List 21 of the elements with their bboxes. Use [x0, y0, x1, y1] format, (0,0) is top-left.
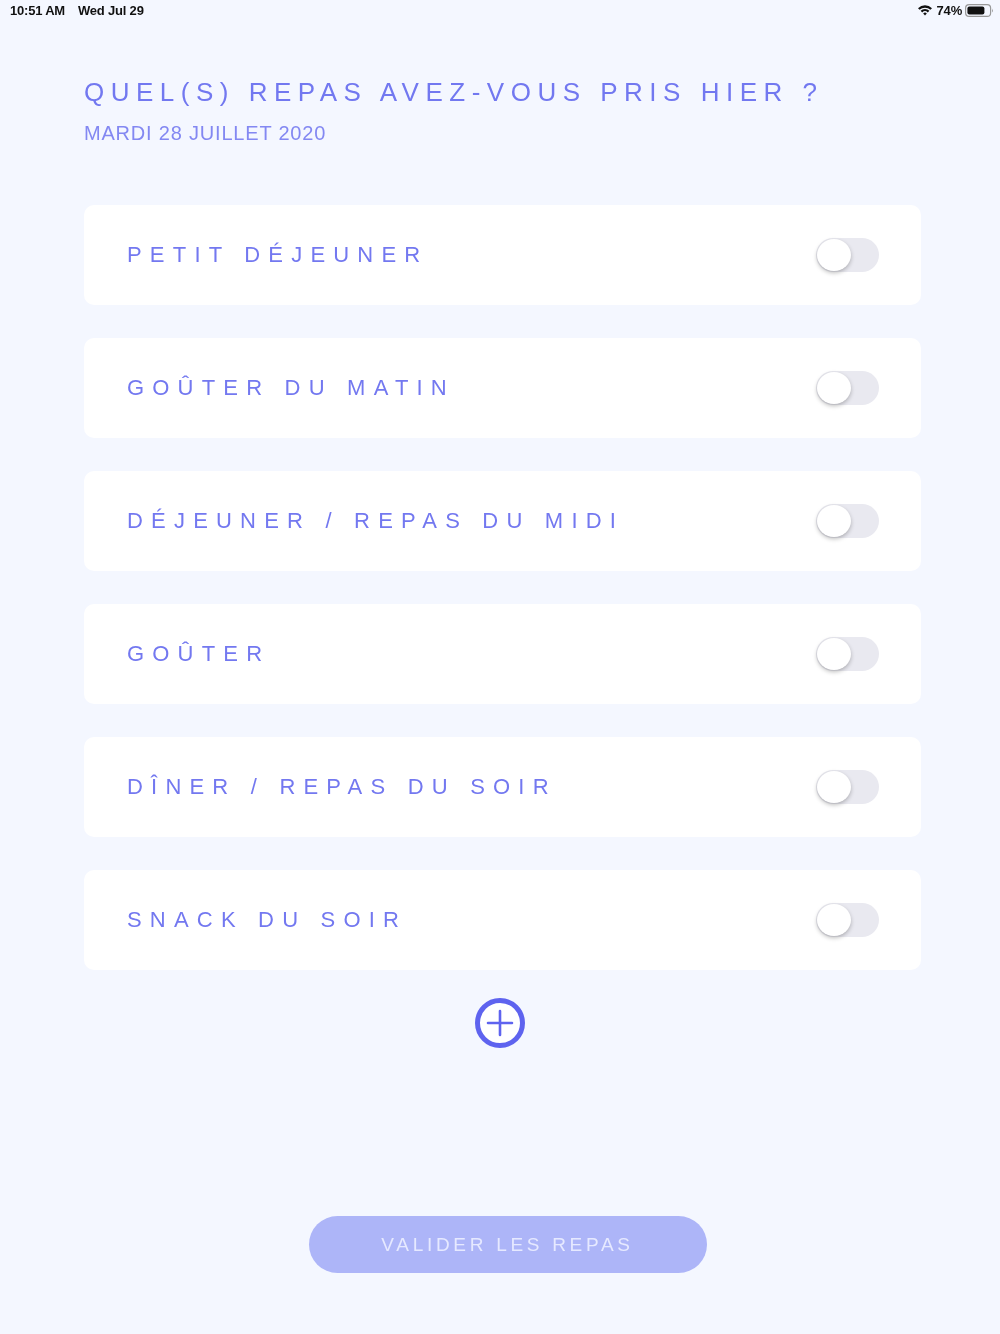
meal-label: GOÛTER [127, 641, 271, 667]
page-title: QUEL(S) REPAS AVEZ-VOUS PRIS HIER ? [84, 77, 824, 107]
meal-label: DÎNER / REPAS DU SOIR [127, 774, 557, 800]
toggle-switch[interactable] [816, 371, 879, 405]
meal-label: PETIT DÉJEUNER [127, 242, 429, 268]
toggle-switch[interactable] [816, 238, 879, 272]
toggle-switch[interactable] [816, 637, 879, 671]
battery-icon [965, 3, 994, 17]
date-subtitle: MARDI 28 JUILLET 2020 [84, 122, 327, 144]
meal-label: GOÛTER DU MATIN [127, 375, 455, 401]
toggle-switch[interactable] [816, 770, 879, 804]
add-button[interactable] [474, 998, 525, 1048]
plus-circle-icon [474, 998, 525, 1048]
meal-label: SNACK DU SOIR [127, 907, 408, 933]
battery-percentage: 74% [936, 2, 962, 18]
toggle-switch[interactable] [816, 504, 879, 538]
wifi-icon [916, 4, 933, 16]
status-date: Wed Jul 29 [78, 2, 144, 18]
toggle-switch[interactable] [816, 903, 879, 937]
status-time: 10:51 AM [10, 2, 65, 18]
meal-label: DÉJEUNER / REPAS DU MIDI [127, 508, 625, 534]
